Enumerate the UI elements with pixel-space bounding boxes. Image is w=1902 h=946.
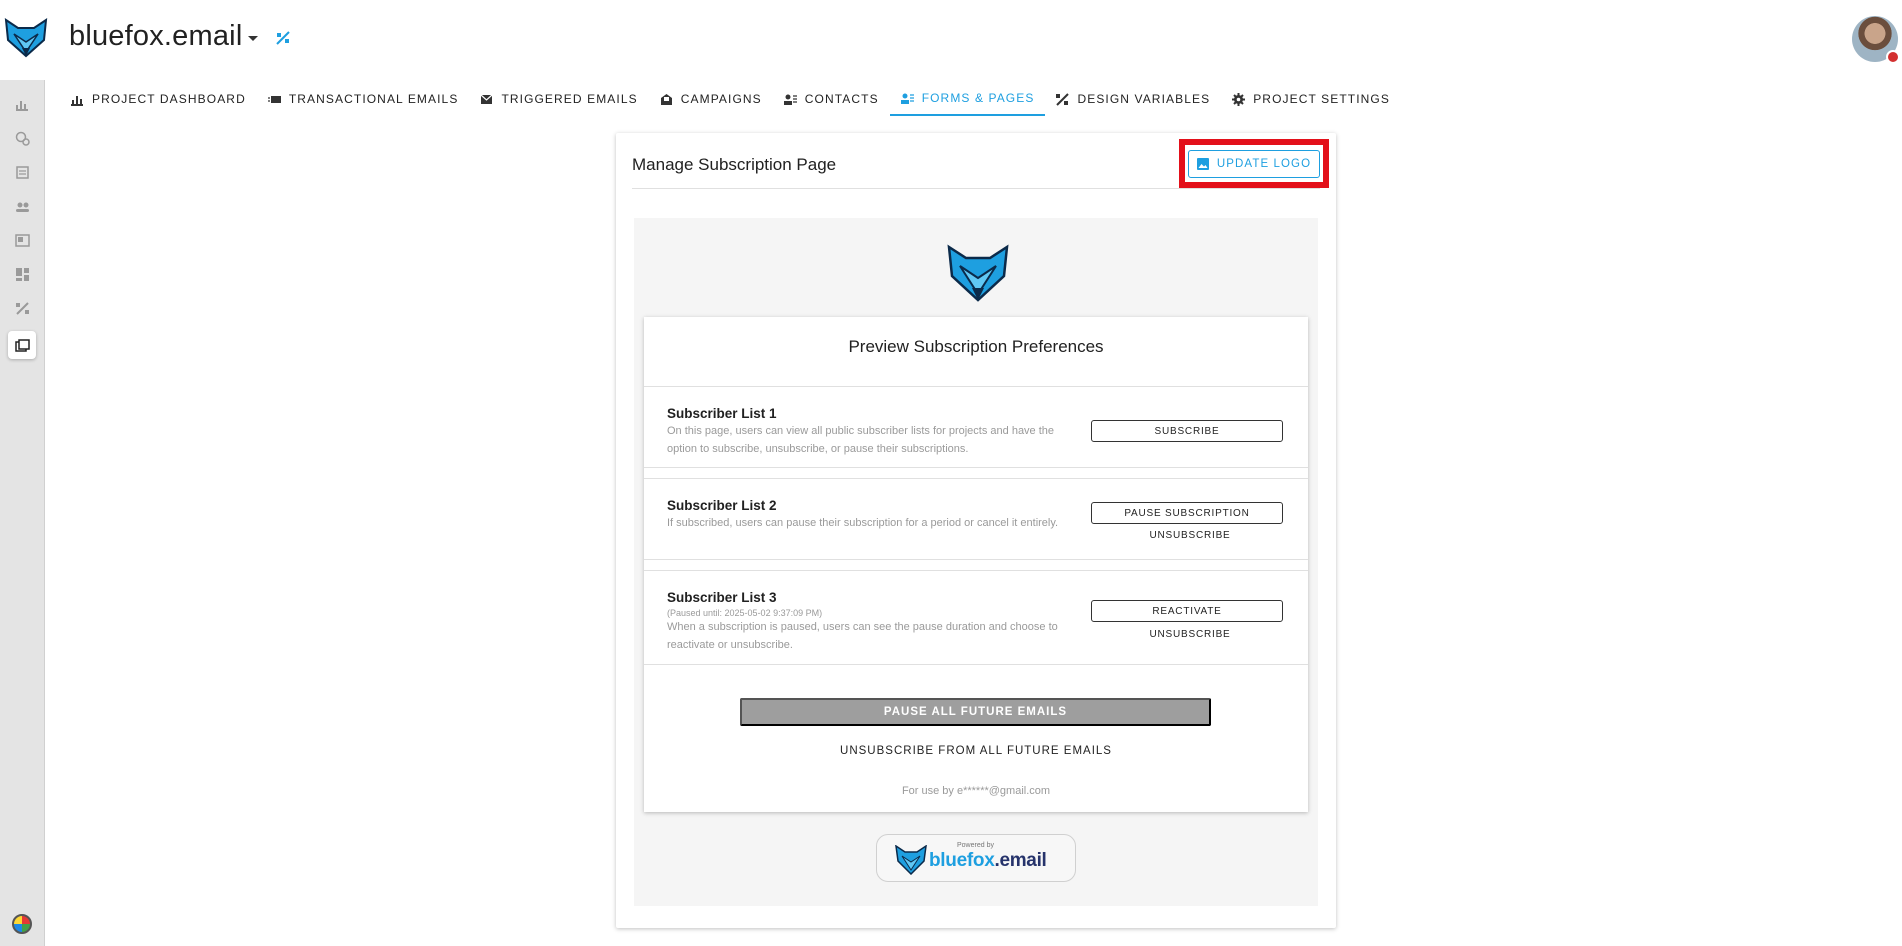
tab-label: PROJECT SETTINGS xyxy=(1253,92,1390,106)
tab-label: TRIGGERED EMAILS xyxy=(501,92,638,106)
unsubscribe-button[interactable]: UNSUBSCRIBE xyxy=(1091,530,1289,541)
gear-icon xyxy=(1232,92,1246,106)
subscription-preview-area: Preview Subscription Preferences Subscri… xyxy=(634,218,1318,906)
list-description: On this page, users can view all public … xyxy=(667,425,1055,455)
user-avatar[interactable] xyxy=(1852,16,1900,64)
subscriber-list-row: Subscriber List 3 (Paused until: 2025-05… xyxy=(644,570,1308,665)
card-title: Manage Subscription Page xyxy=(632,155,837,174)
brand-part-1: bluefox xyxy=(929,850,995,871)
list-name: Subscriber List 1 xyxy=(667,406,777,421)
rail-triggered-email-icon[interactable] xyxy=(8,158,36,186)
tab-contacts[interactable]: CONTACTS xyxy=(773,82,890,116)
subscribe-button[interactable]: SUBSCRIBE xyxy=(1091,420,1283,442)
top-header: bluefox.email xyxy=(0,0,1902,80)
paused-until-text: (Paused until: 2025-05-02 9:37:09 PM) xyxy=(667,608,823,618)
rail-contacts-icon[interactable] xyxy=(8,192,36,220)
list-name: Subscriber List 3 xyxy=(667,590,777,605)
fox-logo-icon[interactable] xyxy=(4,18,48,58)
contacts-icon xyxy=(783,94,797,105)
unsubscribe-all-button[interactable]: UNSUBSCRIBE FROM ALL FUTURE EMAILS xyxy=(644,745,1308,757)
list-description: If subscribed, users can pause their sub… xyxy=(667,517,1059,529)
tab-label: DESIGN VARIABLES xyxy=(1077,92,1211,106)
left-navigation-rail xyxy=(0,80,45,946)
powered-by-brand: bluefox.email xyxy=(929,850,1047,872)
tab-label: PROJECT DASHBOARD xyxy=(92,92,246,106)
tab-label: CAMPAIGNS xyxy=(680,92,762,106)
subscriber-list-row: Subscriber List 1 On this page, users ca… xyxy=(644,386,1308,468)
tab-label: TRANSACTIONAL EMAILS xyxy=(288,92,459,106)
help-globe-icon[interactable] xyxy=(12,914,32,934)
rail-design-variables-icon[interactable] xyxy=(8,294,36,322)
rail-dashboard-chart-icon[interactable] xyxy=(8,90,36,118)
rail-layout-icon[interactable] xyxy=(8,260,36,288)
rail-campaigns-icon[interactable] xyxy=(8,226,36,254)
subscription-preferences-card: Preview Subscription Preferences Subscri… xyxy=(644,317,1308,812)
fox-logo-icon xyxy=(895,845,927,875)
project-tabs: PROJECT DASHBOARD TRANSACTIONAL EMAILS T… xyxy=(60,82,1401,118)
campaign-icon xyxy=(660,93,672,105)
image-icon xyxy=(1196,158,1209,170)
tab-project-dashboard[interactable]: PROJECT DASHBOARD xyxy=(60,82,257,116)
manage-subscription-card: Manage Subscription Page UPDATE LOGO Pre… xyxy=(616,133,1336,928)
recipient-email-text: For use by e******@gmail.com xyxy=(901,785,1051,797)
design-icon xyxy=(1056,92,1070,106)
mail-fast-icon xyxy=(267,95,281,103)
chart-icon xyxy=(71,95,83,106)
list-name: Subscriber List 2 xyxy=(667,498,777,513)
fox-logo-icon xyxy=(947,244,1009,302)
preferences-title: Preview Subscription Preferences xyxy=(848,337,1104,356)
list-description: When a subscription is paused, users can… xyxy=(667,621,1058,651)
tab-design-variables[interactable]: DESIGN VARIABLES xyxy=(1045,82,1221,116)
tab-campaigns[interactable]: CAMPAIGNS xyxy=(649,82,773,116)
mail-icon xyxy=(481,94,493,104)
rail-transactional-email-icon[interactable] xyxy=(8,124,36,152)
project-switch-dropdown-icon[interactable] xyxy=(248,36,258,41)
tab-forms-pages[interactable]: FORMS & PAGES xyxy=(889,82,1046,116)
powered-by-badge[interactable]: Powered by bluefox.email xyxy=(876,834,1076,882)
divider xyxy=(632,188,1320,189)
tab-label: CONTACTS xyxy=(804,92,879,106)
pause-all-emails-button[interactable]: PAUSE ALL FUTURE EMAILS xyxy=(740,698,1211,726)
rail-forms-pages-icon[interactable] xyxy=(8,331,36,359)
reactivate-button[interactable]: REACTIVATE xyxy=(1091,600,1283,622)
tab-project-settings[interactable]: PROJECT SETTINGS xyxy=(1221,82,1401,116)
subscriber-list-row: Subscriber List 2 If subscribed, users c… xyxy=(644,478,1308,560)
update-logo-label: UPDATE LOGO xyxy=(1216,158,1312,170)
powered-by-label: Powered by xyxy=(957,842,994,849)
tab-label: FORMS & PAGES xyxy=(921,91,1035,105)
forms-icon xyxy=(900,93,914,104)
tab-transactional-emails[interactable]: TRANSACTIONAL EMAILS xyxy=(257,82,470,116)
notification-badge xyxy=(1886,50,1900,64)
project-name: bluefox.email xyxy=(69,20,243,52)
pause-subscription-button[interactable]: PAUSE SUBSCRIPTION xyxy=(1091,502,1283,524)
design-tool-icon[interactable] xyxy=(275,30,291,46)
update-logo-button[interactable]: UPDATE LOGO xyxy=(1188,150,1320,178)
brand-part-2: .email xyxy=(994,850,1047,871)
unsubscribe-button[interactable]: UNSUBSCRIBE xyxy=(1091,629,1289,640)
tab-triggered-emails[interactable]: TRIGGERED EMAILS xyxy=(469,82,648,116)
